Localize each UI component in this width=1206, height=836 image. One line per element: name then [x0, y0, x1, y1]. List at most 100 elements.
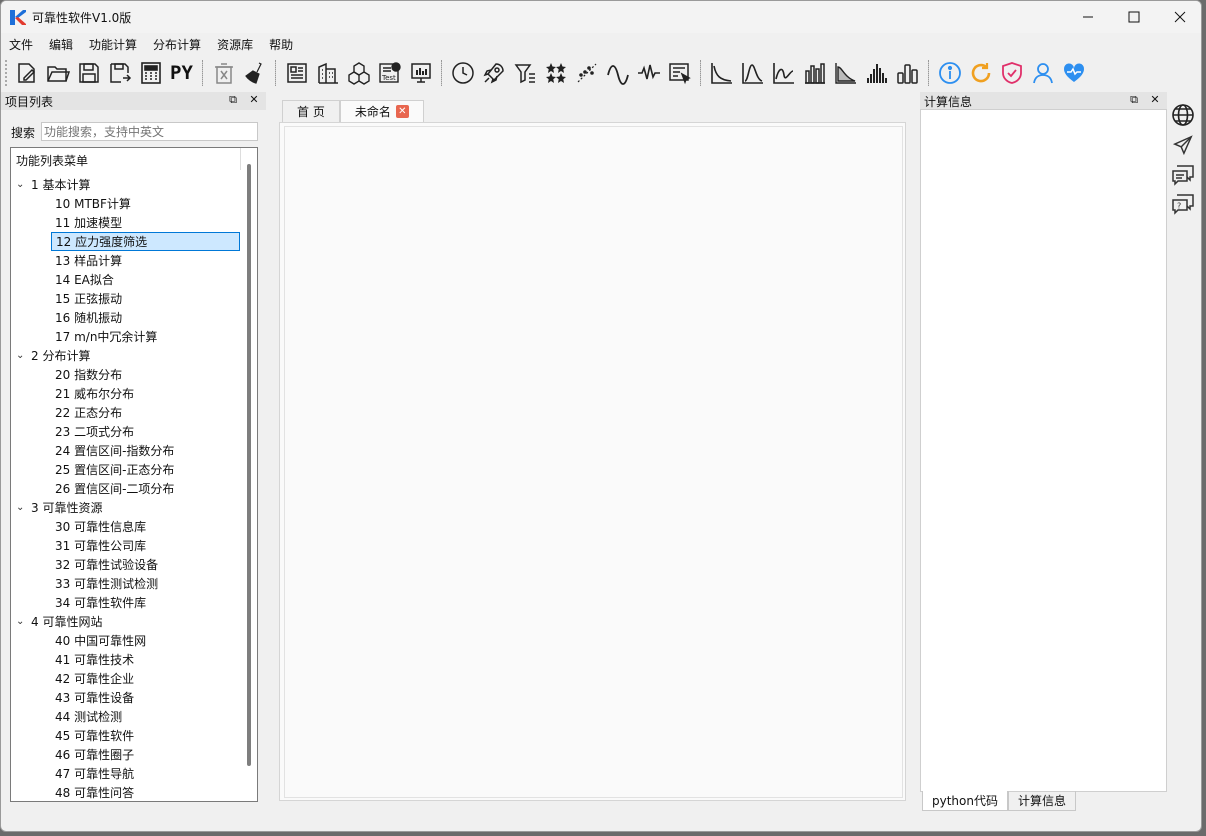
rocket-button[interactable] [478, 58, 509, 88]
building-button[interactable] [312, 58, 343, 88]
pulse-wave-button[interactable] [633, 58, 664, 88]
tree-item[interactable]: 40 中国可靠性网 [51, 631, 240, 650]
send-button[interactable] [1170, 132, 1196, 158]
cubes-button[interactable] [343, 58, 374, 88]
tree-item[interactable]: 30 可靠性信息库 [51, 517, 240, 536]
save-button[interactable] [73, 58, 104, 88]
float-panel-icon[interactable]: ⧉ [1126, 93, 1142, 107]
scatter-line-button[interactable] [571, 58, 602, 88]
toolbar-grip[interactable] [5, 60, 8, 86]
help-chat-button[interactable]: ? [1170, 191, 1196, 217]
test-button[interactable]: Test [374, 58, 405, 88]
sine-wave-button[interactable] [602, 58, 633, 88]
maximize-button[interactable] [1111, 1, 1157, 33]
open-folder-button[interactable] [42, 58, 73, 88]
filter-button[interactable] [509, 58, 540, 88]
tree-item[interactable]: 17 m/n中冗余计算 [51, 327, 240, 346]
clock-button[interactable] [447, 58, 478, 88]
tree-item[interactable]: 31 可靠性公司库 [51, 536, 240, 555]
menu-function-calc[interactable]: 功能计算 [81, 36, 145, 53]
tree-item[interactable]: 23 二项式分布 [51, 422, 240, 441]
tree-item[interactable]: 20 指数分布 [51, 365, 240, 384]
tree-item[interactable]: 26 置信区间-二项分布 [51, 479, 240, 498]
float-panel-icon[interactable]: ⧉ [225, 93, 241, 107]
tree-item[interactable]: 34 可靠性软件库 [51, 593, 240, 612]
minimize-button[interactable] [1065, 1, 1111, 33]
new-file-button[interactable] [11, 58, 42, 88]
calculator-button[interactable] [135, 58, 166, 88]
bar-chart-button[interactable] [799, 58, 830, 88]
form-icon [668, 63, 691, 85]
globe-button[interactable] [1170, 102, 1196, 128]
info-button[interactable] [934, 58, 965, 88]
tree-item[interactable]: 22 正态分布 [51, 403, 240, 422]
line-curve-button[interactable] [768, 58, 799, 88]
menu-help[interactable]: 帮助 [261, 36, 301, 53]
histogram-button[interactable] [861, 58, 892, 88]
tree-item[interactable]: 25 置信区间-正态分布 [51, 460, 240, 479]
tree-item[interactable]: 14 EA拟合 [51, 270, 240, 289]
delete-button[interactable] [208, 58, 239, 88]
tree-item[interactable]: 44 测试检测 [51, 707, 240, 726]
report-button[interactable] [281, 58, 312, 88]
refresh-button[interactable] [965, 58, 996, 88]
bar-outline-button[interactable] [892, 58, 923, 88]
tree-item[interactable]: 24 置信区间-指数分布 [51, 441, 240, 460]
tree-header-divider [240, 148, 241, 170]
tree-category[interactable]: ⌄ 2 分布计算 [16, 346, 90, 365]
menu-file[interactable]: 文件 [1, 36, 41, 53]
tab-calc-info[interactable]: 计算信息 [1007, 791, 1076, 811]
stars-button[interactable] [540, 58, 571, 88]
tree-item[interactable]: 45 可靠性软件 [51, 726, 240, 745]
chevron-down-icon[interactable]: ⌄ [16, 179, 31, 190]
tree-item[interactable]: 16 随机振动 [51, 308, 240, 327]
heart-button[interactable] [1058, 58, 1089, 88]
decay-area-button[interactable] [830, 58, 861, 88]
menu-resources[interactable]: 资源库 [209, 36, 261, 53]
shield-check-button[interactable] [996, 58, 1027, 88]
tab-untitled[interactable]: 未命名 ✕ [339, 100, 424, 122]
monitor-chart-button[interactable] [405, 58, 436, 88]
tree-category[interactable]: ⌄ 1 基本计算 [16, 175, 90, 194]
chevron-down-icon[interactable]: ⌄ [16, 502, 31, 513]
close-panel-icon[interactable]: ✕ [246, 93, 262, 106]
tree-item[interactable]: 11 加速模型 [51, 213, 240, 232]
python-icon: PY [170, 62, 193, 84]
tab-close-icon[interactable]: ✕ [395, 105, 409, 118]
tree-item[interactable]: 42 可靠性企业 [51, 669, 240, 688]
search-input[interactable] [41, 122, 258, 141]
chevron-down-icon[interactable]: ⌄ [16, 616, 31, 627]
tab-home[interactable]: 首 页 [282, 100, 340, 122]
tree-item[interactable]: 21 威布尔分布 [51, 384, 240, 403]
user-button[interactable] [1027, 58, 1058, 88]
tree-item[interactable]: 43 可靠性设备 [51, 688, 240, 707]
python-button[interactable]: PY [166, 58, 197, 88]
document-canvas[interactable] [284, 126, 903, 798]
close-window-button[interactable] [1157, 1, 1201, 33]
tree-item[interactable]: 12 应力强度筛选 [51, 232, 240, 251]
tab-python-code[interactable]: python代码 [922, 791, 1008, 811]
tree-item[interactable]: 41 可靠性技术 [51, 650, 240, 669]
tree-scrollbar[interactable] [247, 164, 251, 766]
comments-button[interactable] [1170, 162, 1196, 188]
form-button[interactable] [664, 58, 695, 88]
clear-button[interactable] [239, 58, 270, 88]
tree-item[interactable]: 46 可靠性圈子 [51, 745, 240, 764]
tree-item[interactable]: 15 正弦振动 [51, 289, 240, 308]
chevron-down-icon[interactable]: ⌄ [16, 350, 31, 361]
exponential-curve-button[interactable] [706, 58, 737, 88]
save-as-button[interactable] [104, 58, 135, 88]
menu-edit[interactable]: 编辑 [41, 36, 81, 53]
tree-item[interactable]: 47 可靠性导航 [51, 764, 240, 783]
peak-curve-button[interactable] [737, 58, 768, 88]
tree-item[interactable]: 48 可靠性问答 [51, 783, 240, 801]
toolbar-separator [441, 60, 442, 86]
tree-category[interactable]: ⌄ 4 可靠性网站 [16, 612, 102, 631]
tree-item[interactable]: 33 可靠性测试检测 [51, 574, 240, 593]
tree-item[interactable]: 13 样品计算 [51, 251, 240, 270]
close-panel-icon[interactable]: ✕ [1147, 93, 1163, 106]
tree-item[interactable]: 32 可靠性试验设备 [51, 555, 240, 574]
tree-item[interactable]: 10 MTBF计算 [51, 194, 240, 213]
tree-category[interactable]: ⌄ 3 可靠性资源 [16, 498, 102, 517]
menu-distribution-calc[interactable]: 分布计算 [145, 36, 209, 53]
